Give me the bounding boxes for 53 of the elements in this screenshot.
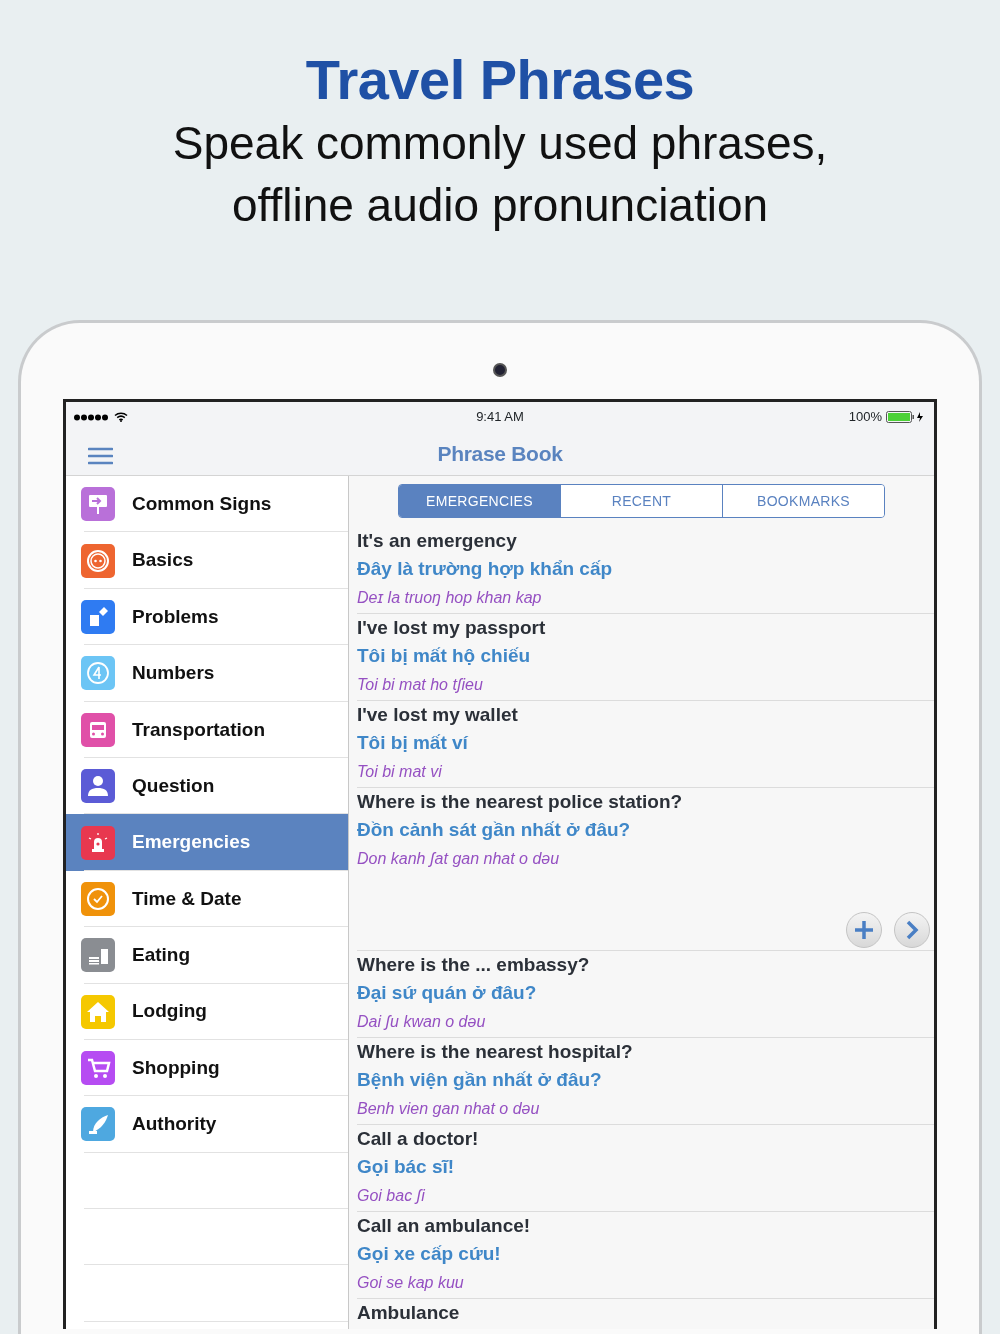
pronunciation-text: Goi bac ʃi: [357, 1186, 426, 1206]
battery-icon: [886, 411, 926, 423]
sidebar-item[interactable]: Common Signs: [66, 476, 348, 533]
vietnamese-phrase: Tôi bị mất ví: [357, 731, 469, 755]
next-button[interactable]: [894, 912, 930, 948]
headline-title: Travel Phrases: [304, 48, 696, 112]
vietnamese-phrase: Tôi bị mất hộ chiếu: [357, 644, 532, 668]
status-time: 9:41 AM: [476, 408, 524, 427]
sidebar-item[interactable]: Shopping: [66, 1039, 348, 1097]
english-phrase: Call an ambulance!: [357, 1214, 532, 1238]
sidebar-item[interactable]: Question: [66, 757, 348, 815]
wifi-icon: [114, 412, 128, 422]
english-phrase: Where is the nearest police station?: [357, 790, 684, 814]
english-phrase: Where is the ... embassy?: [357, 953, 591, 977]
pronunciation-text: Deɪ la truoŋ hop khan kap: [357, 588, 543, 608]
chevron-right-icon: [904, 920, 920, 940]
plus-icon: [853, 919, 875, 941]
english-phrase: I've lost my wallet: [357, 703, 519, 727]
pronunciation-text: Goi se kap kuu: [357, 1273, 465, 1293]
vietnamese-phrase: Gọi xe cấp cứu!: [357, 1242, 502, 1266]
headline-subtitle: Speak commonly used phrases, offline audio pronunciation: [171, 116, 829, 233]
vietnamese-phrase: Đây là trường hợp khẩn cấp: [357, 557, 614, 581]
pronunciation-text: Toi bi mat ho tʃieu: [357, 675, 484, 695]
vietnamese-phrase: Đồn cảnh sát gần nhất ở đâu?: [357, 818, 632, 842]
english-phrase: I've lost my passport: [357, 616, 547, 640]
sidebar-item[interactable]: Eating: [66, 927, 348, 984]
segment-tab[interactable]: RECENT: [560, 485, 722, 517]
english-phrase: Ambulance: [357, 1301, 461, 1325]
sidebar-item[interactable]: Transportation: [66, 701, 348, 758]
segment-tab[interactable]: BOOKMARKS: [722, 485, 884, 517]
sidebar-item[interactable]: Problems: [66, 588, 348, 646]
nav-title: Phrase Book: [437, 440, 563, 467]
pronunciation-text: Don kanh ʃat gan nhat o dəu: [357, 849, 561, 869]
sidebar-item[interactable]: Time & Date: [66, 870, 348, 928]
pronunciation-text: Dai ʃu kwan o dəu: [357, 1012, 487, 1032]
sidebar-item[interactable]: Basics: [66, 532, 348, 589]
camera-icon: [493, 363, 507, 377]
pronunciation-text: Benh vien gan nhat o dəu: [357, 1099, 541, 1119]
segment-tab[interactable]: EMERGENCIES: [399, 485, 560, 517]
add-bookmark-button[interactable]: [846, 912, 882, 948]
vietnamese-phrase: Đại sứ quán ở đâu?: [357, 981, 538, 1005]
english-phrase: It's an emergency: [357, 529, 518, 553]
sidebar-item[interactable]: Numbers: [66, 645, 348, 702]
sidebar-item[interactable]: Lodging: [66, 983, 348, 1040]
signal-icon: [74, 413, 110, 421]
sidebar-item[interactable]: Authority: [66, 1096, 348, 1153]
pronunciation-text: Toi bi mat vi: [357, 762, 443, 782]
vietnamese-phrase: Bệnh viện gần nhất ở đâu?: [357, 1068, 603, 1092]
sidebar-item[interactable]: Emergencies: [66, 814, 348, 871]
english-phrase: Call a doctor!: [357, 1127, 480, 1151]
vietnamese-phrase: Gọi bác sĩ!: [357, 1155, 456, 1179]
battery-percent: 100%: [848, 408, 882, 427]
english-phrase: Where is the nearest hospital?: [357, 1040, 634, 1064]
